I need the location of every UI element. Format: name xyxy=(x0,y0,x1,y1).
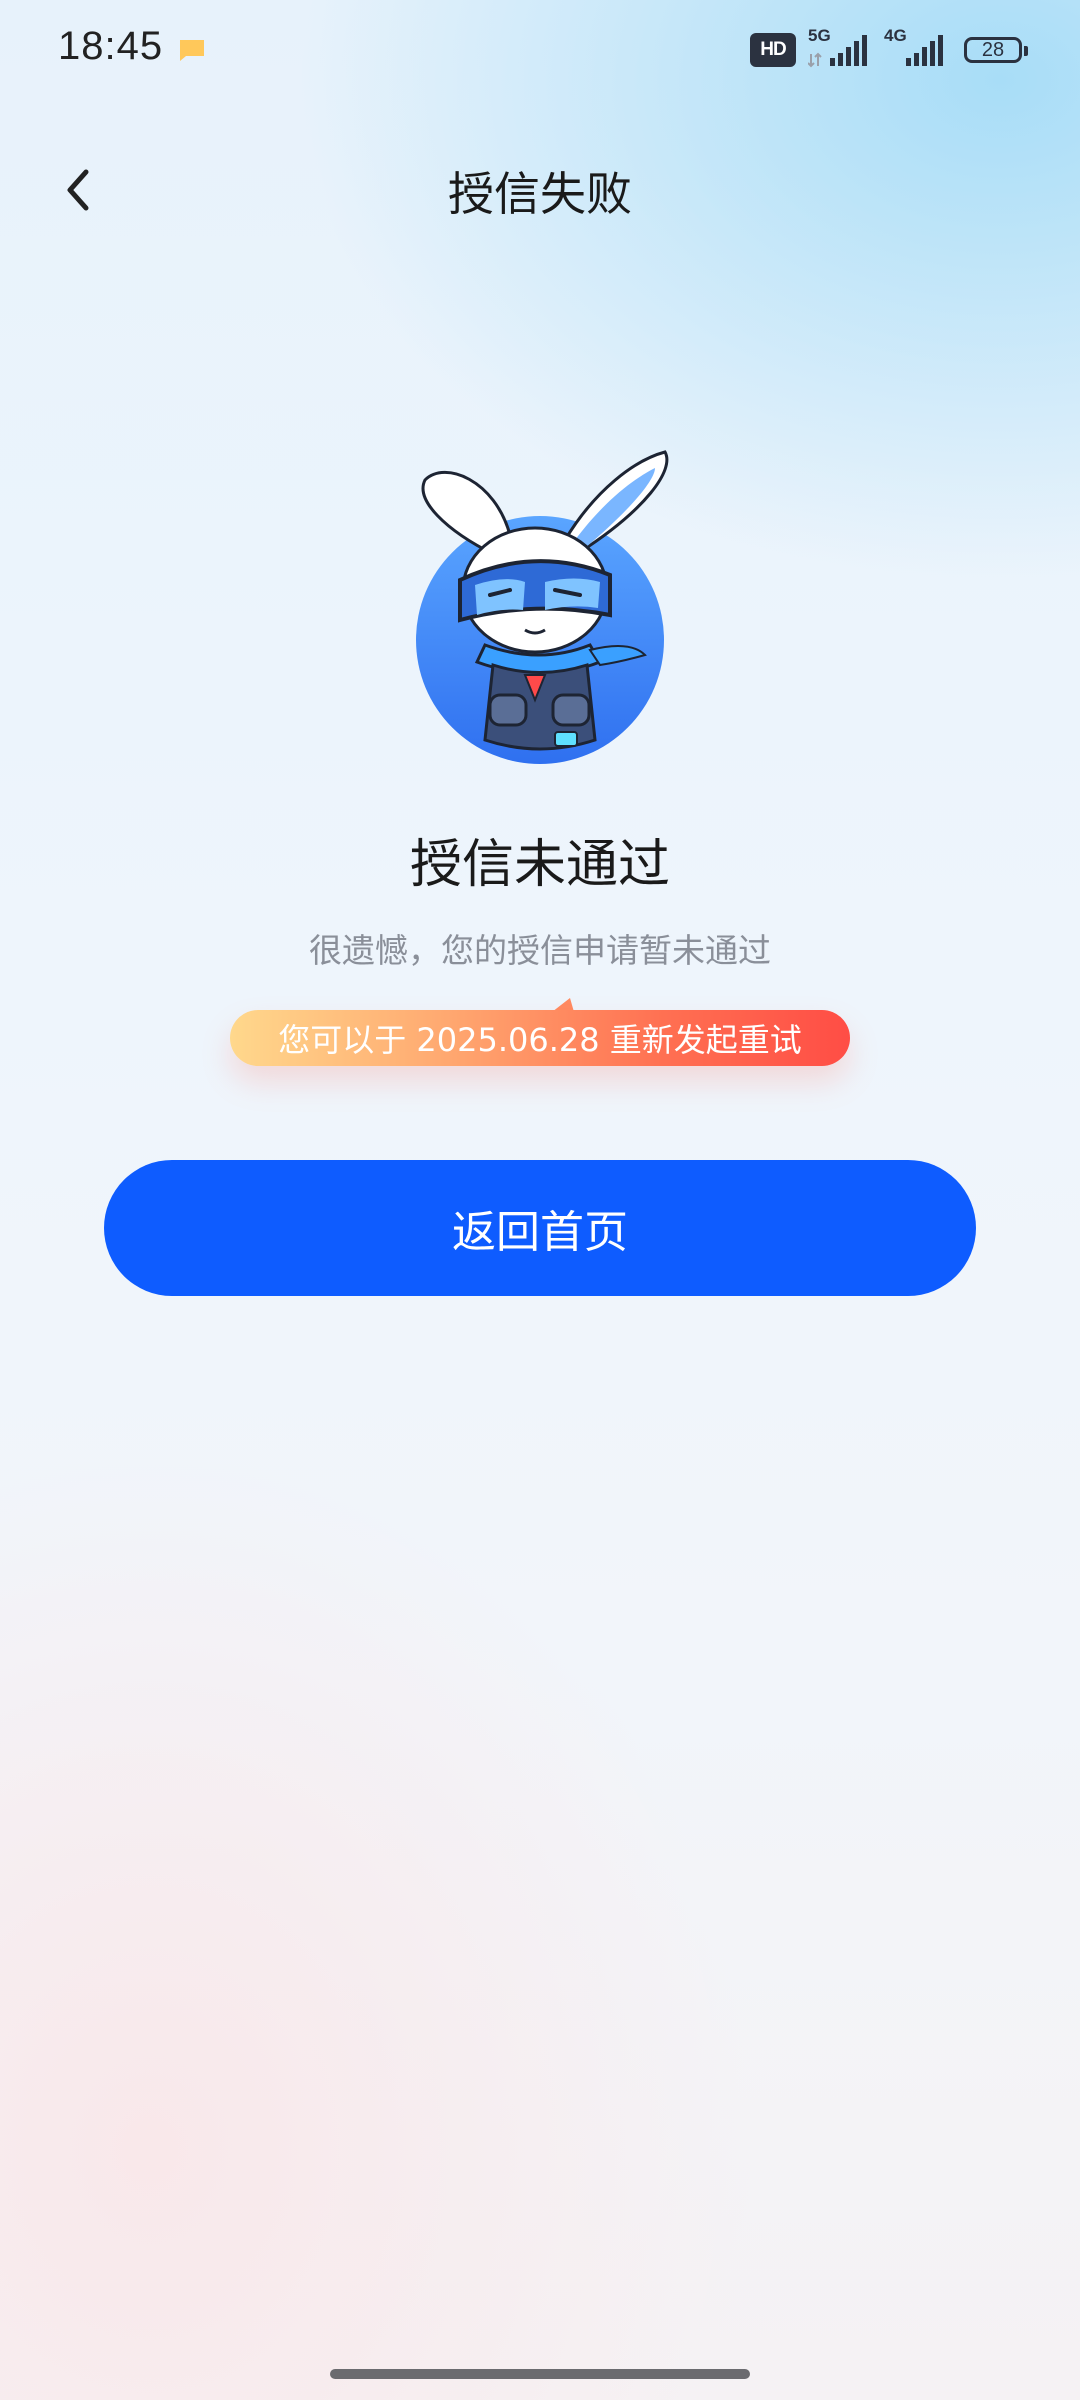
status-indicators: HD 5G 4G 28 xyxy=(750,26,1028,70)
result-description: 很遗憾，您的授信申请暂未通过 xyxy=(309,931,771,970)
retry-date-badge: 您可以于 2025.06.28 重新发起重试 xyxy=(230,998,850,1066)
return-home-button[interactable]: 返回首页 xyxy=(104,1160,976,1296)
status-time: 18:45 xyxy=(58,24,164,68)
page-title: 授信失败 xyxy=(448,167,632,221)
rabbit-mascot-illustration xyxy=(416,450,669,764)
result-title: 授信未通过 xyxy=(409,835,670,895)
hd-voice-icon: HD xyxy=(750,33,796,67)
retry-notice: 您可以于 2025.06.28 重新发起重试 xyxy=(230,1010,850,1066)
status-bar: 18:45 HD 5G 4G 28 xyxy=(0,0,1080,100)
message-notification-icon xyxy=(180,40,204,61)
battery-level: 28 xyxy=(981,38,1005,61)
signal-4g-icon: 4G xyxy=(884,26,948,70)
gesture-home-indicator[interactable] xyxy=(330,2369,750,2379)
battery-icon: 28 xyxy=(964,37,1028,63)
signal-5g-icon: 5G xyxy=(808,26,872,70)
